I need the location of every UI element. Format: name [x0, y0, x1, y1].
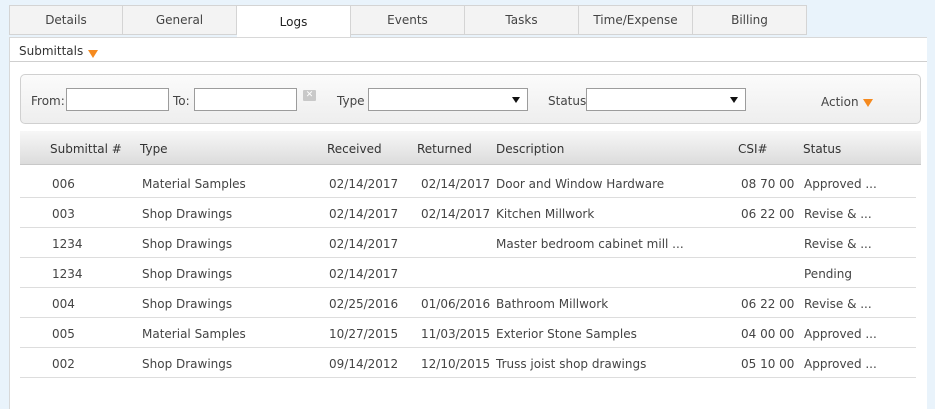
to-label: To: [173, 94, 190, 108]
cell-type: Material Samples [142, 177, 246, 191]
cell-description: Kitchen Millwork [496, 207, 595, 221]
cell-received: 02/14/2017 [329, 267, 399, 281]
tab-bar: Details General Logs Events Tasks Time/E… [9, 5, 807, 38]
col-received[interactable]: Received [327, 142, 382, 156]
table-row[interactable]: 1234 Shop Drawings 02/14/2017 Master bed… [20, 228, 916, 258]
tab-logs[interactable]: Logs [237, 5, 351, 38]
from-label: From: [31, 94, 65, 108]
cell-received: 10/27/2015 [329, 327, 399, 341]
tab-events[interactable]: Events [351, 5, 465, 35]
col-submittal-number[interactable]: Submittal # [50, 142, 122, 156]
cell-description: Door and Window Hardware [496, 177, 665, 191]
chevron-down-icon [730, 97, 738, 103]
cell-returned: 11/03/2015 [421, 327, 491, 341]
cell-status: Approved ... [804, 177, 877, 191]
cell-status: Pending [804, 267, 852, 281]
cell-type: Shop Drawings [142, 267, 233, 281]
col-type[interactable]: Type [140, 142, 168, 156]
cell-status: Approved ... [804, 327, 877, 341]
cell-type: Shop Drawings [142, 237, 233, 251]
cell-returned: 12/10/2015 [421, 357, 491, 371]
cell-status: Revise & ... [804, 207, 872, 221]
logs-panel: Submittals From: To: ✕ Type Status Actio… [9, 37, 927, 409]
submittals-table-body: 006 Material Samples 02/14/2017 02/14/20… [20, 168, 916, 378]
col-status[interactable]: Status [803, 142, 841, 156]
cell-submittal-number: 004 [52, 297, 75, 311]
chevron-down-icon [512, 97, 520, 103]
log-type-selector[interactable]: Submittals [10, 38, 927, 62]
cell-returned: 01/06/2016 [421, 297, 491, 311]
cell-submittal-number: 003 [52, 207, 75, 221]
dropdown-triangle-icon[interactable] [88, 50, 98, 58]
clear-dates-icon[interactable]: ✕ [303, 90, 316, 101]
table-row[interactable]: 1234 Shop Drawings 02/14/2017 Pending [20, 258, 916, 288]
action-menu-button[interactable]: Action [821, 95, 859, 109]
tab-time-expense[interactable]: Time/Expense [579, 5, 693, 35]
cell-status: Revise & ... [804, 237, 872, 251]
table-header: Submittal # Type Received Returned Descr… [20, 131, 921, 165]
status-select[interactable] [586, 88, 746, 111]
cell-type: Shop Drawings [142, 357, 233, 371]
cell-received: 02/14/2017 [329, 237, 399, 251]
col-csi[interactable]: CSI# [738, 142, 768, 156]
cell-description: Bathroom Millwork [496, 297, 609, 311]
cell-returned: 02/14/2017 [421, 207, 491, 221]
type-label: Type [337, 94, 365, 108]
table-row[interactable]: 004 Shop Drawings 02/25/2016 01/06/2016 … [20, 288, 916, 318]
cell-submittal-number: 1234 [52, 267, 83, 281]
type-select[interactable] [368, 88, 528, 111]
cell-status: Revise & ... [804, 297, 872, 311]
status-label: Status [548, 94, 587, 108]
cell-received: 02/14/2017 [329, 207, 399, 221]
cell-type: Material Samples [142, 327, 246, 341]
cell-csi: 06 22 00 [741, 297, 795, 311]
cell-type: Shop Drawings [142, 207, 233, 221]
cell-description: Master bedroom cabinet mill ... [496, 237, 684, 251]
cell-returned: 02/14/2017 [421, 177, 491, 191]
tab-details[interactable]: Details [9, 5, 123, 35]
cell-submittal-number: 002 [52, 357, 75, 371]
cell-received: 02/25/2016 [329, 297, 399, 311]
cell-received: 02/14/2017 [329, 177, 399, 191]
col-returned[interactable]: Returned [417, 142, 472, 156]
cell-status: Approved ... [804, 357, 877, 371]
cell-csi: 04 00 00 [741, 327, 795, 341]
table-row[interactable]: 006 Material Samples 02/14/2017 02/14/20… [20, 168, 916, 198]
cell-description: Exterior Stone Samples [496, 327, 637, 341]
to-date-input[interactable] [194, 88, 297, 111]
cell-csi: 08 70 00 [741, 177, 795, 191]
table-row[interactable]: 002 Shop Drawings 09/14/2012 12/10/2015 … [20, 348, 916, 378]
log-type-label: Submittals [19, 44, 84, 58]
from-date-input[interactable] [66, 88, 169, 111]
cell-csi: 06 22 00 [741, 207, 795, 221]
action-dropdown-icon[interactable] [863, 99, 873, 107]
tab-billing[interactable]: Billing [693, 5, 807, 35]
cell-received: 09/14/2012 [329, 357, 399, 371]
cell-submittal-number: 005 [52, 327, 75, 341]
tab-general[interactable]: General [123, 5, 237, 35]
table-row[interactable]: 003 Shop Drawings 02/14/2017 02/14/2017 … [20, 198, 916, 228]
tab-tasks[interactable]: Tasks [465, 5, 579, 35]
filter-bar: From: To: ✕ Type Status Action [20, 74, 921, 124]
cell-submittal-number: 1234 [52, 237, 83, 251]
cell-description: Truss joist shop drawings [496, 357, 647, 371]
cell-type: Shop Drawings [142, 297, 233, 311]
col-description[interactable]: Description [496, 142, 564, 156]
cell-csi: 05 10 00 [741, 357, 795, 371]
cell-submittal-number: 006 [52, 177, 75, 191]
table-row[interactable]: 005 Material Samples 10/27/2015 11/03/20… [20, 318, 916, 348]
